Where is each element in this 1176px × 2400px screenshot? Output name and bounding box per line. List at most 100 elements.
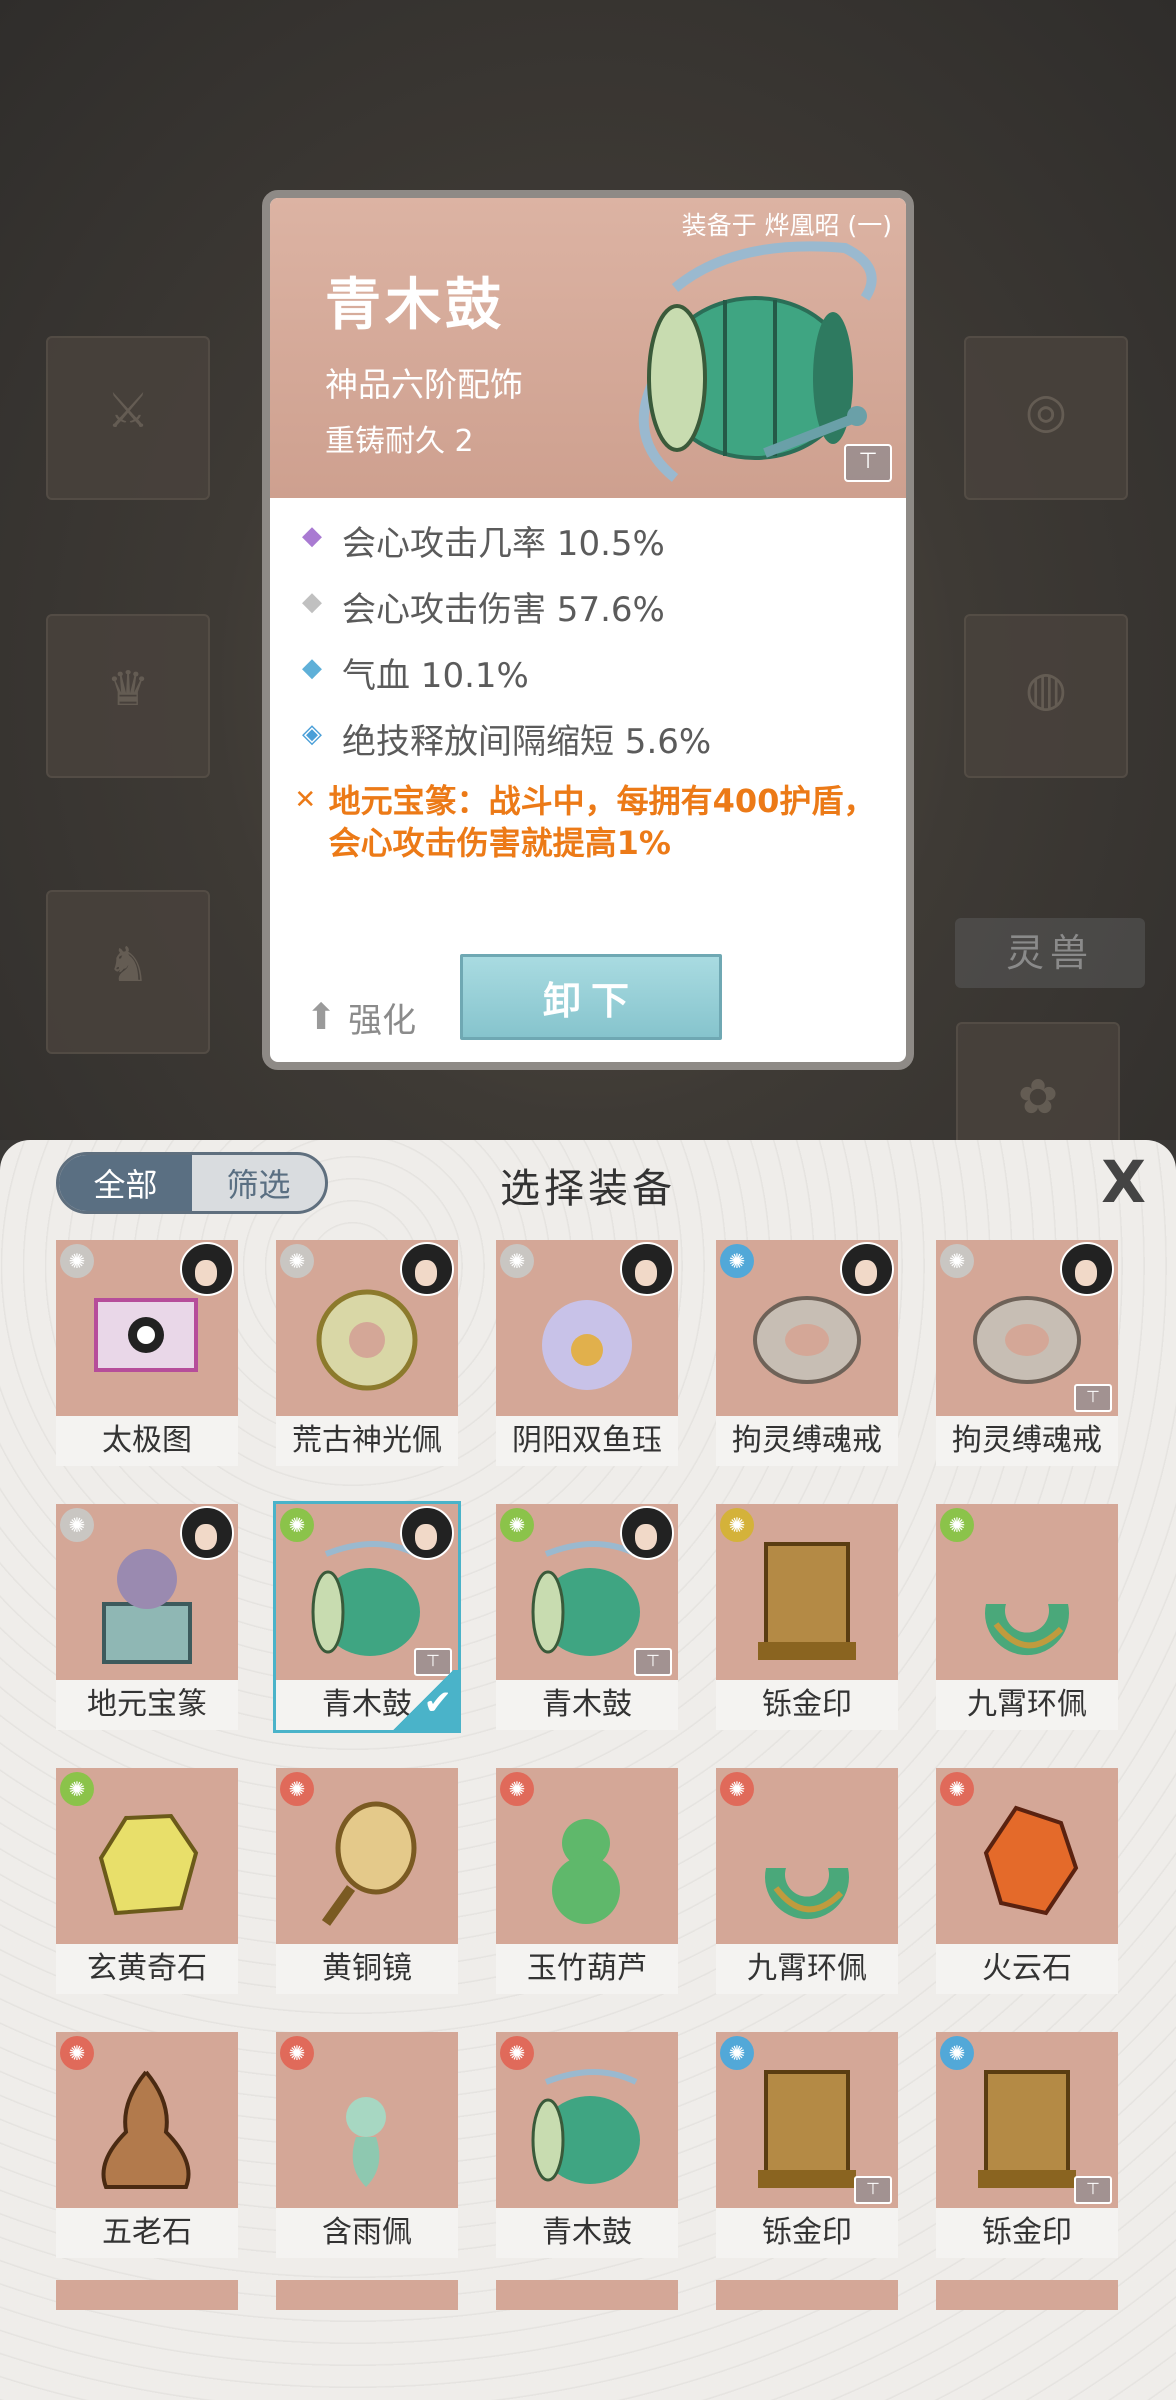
bg-slot-beast[interactable]: ✿ [956,1022,1120,1140]
item-partial[interactable] [276,2280,458,2310]
equipment-item[interactable]: ✺ 青木鼓 [496,2032,678,2258]
hero-avatar [400,1242,454,1296]
element-icon: ✺ [500,2036,534,2070]
item-frame: ✺ [276,1240,458,1416]
equipment-item[interactable]: ✺ 太极图 [56,1240,238,1466]
item-artwork [978,2070,1076,2188]
equipment-item[interactable]: ✺ 九霄环佩 [716,1768,898,1994]
equipment-item[interactable]: ✺ 阴阳双鱼珏 [496,1240,678,1466]
element-icon: ✺ [720,1244,754,1278]
item-frame: ✺ [56,1504,238,1680]
drum-icon: ◍ [1025,661,1067,717]
stat-text: 会心攻击伤害 57.6% [342,590,665,630]
item-name-label: 铄金印 [716,1680,898,1730]
item-name-label: 九霄环佩 [716,1944,898,1994]
special-effect-text: 地元宝篆：战斗中，每拥有400护盾，会心攻击伤害就提高1% [328,782,876,862]
strengthen-label: 强化 [348,1001,417,1041]
item-partial[interactable] [716,2280,898,2310]
equipment-item[interactable]: ✺ 荒古神光佩 [276,1240,458,1466]
item-name-label: 阴阳双鱼珏 [496,1416,678,1466]
element-icon: ✺ [60,1244,94,1278]
element-icon: ✺ [280,2036,314,2070]
hero-avatar [620,1506,674,1560]
element-icon: ✺ [940,1772,974,1806]
equipment-item[interactable]: ✺ 玄黄奇石 [56,1768,238,1994]
item-artwork [983,1805,1079,1916]
equipment-item[interactable]: ✺ 五老石 [56,2032,238,2258]
equipment-item[interactable]: ✺ 火云石 [936,1768,1118,1994]
item-frame: ✺ ⊤ [496,1504,678,1680]
element-icon: ✺ [280,1508,314,1542]
item-name-label: 玉竹葫芦 [496,1944,678,1994]
stat-row: ◆ 气血 10.1% [294,648,886,714]
element-icon: ✺ [280,1772,314,1806]
checkmark-icon: ✔ [388,1670,458,1730]
stat-row: ◈ 绝技释放间隔缩短 5.6% [294,714,886,780]
item-name-label: 青木鼓 [496,1680,678,1730]
bg-slot-ring[interactable]: ◎ [964,336,1128,500]
equipment-item[interactable]: ✺ ⊤ 铄金印 [936,2032,1118,2258]
item-frame: ✺ [56,1240,238,1416]
item-frame: ✺ [496,2032,678,2208]
stat-text: 会心攻击几率 10.5% [342,524,665,564]
lock-icon: ⊤ [634,1648,672,1676]
item-frame: ✺ [716,1240,898,1416]
equipment-item[interactable]: ✺ 铄金印 [716,1504,898,1730]
item-frame: ✺ [936,1504,1118,1680]
item-partial[interactable] [936,2280,1118,2310]
item-name-label: 荒古神光佩 [276,1416,458,1466]
equipment-item[interactable]: ✺ 含雨佩 [276,2032,458,2258]
item-partial[interactable] [56,2280,238,2310]
equipment-item[interactable]: ✺ 玉竹葫芦 [496,1768,678,1994]
equipment-item[interactable]: ✺ ⊤ 青木鼓 [496,1504,678,1730]
equipment-item[interactable]: ✺ 九霄环佩 [936,1504,1118,1730]
item-name-label: 地元宝篆 [56,1680,238,1730]
panel-title: 选择装备 [500,1166,676,1212]
equipment-item[interactable]: ✺ 拘灵缚魂戒 [716,1240,898,1466]
item-frame: ✺ [936,1768,1118,1944]
close-button[interactable]: X [1101,1148,1146,1216]
item-artwork [321,1801,417,1926]
spirit-beast-button[interactable]: 灵兽 [955,918,1145,988]
item-name-label: 青木鼓 [496,2208,678,2258]
stats-list: ◆ 会心攻击几率 10.5% ◆ 会心攻击伤害 57.6% ◆ 气血 10.1%… [294,516,886,864]
bg-slot-weapon[interactable]: ⚔ [46,336,210,500]
item-artwork [531,2069,640,2184]
element-icon: ✺ [940,1508,974,1542]
item-name-label: 火云石 [936,1944,1118,1994]
lock-icon[interactable]: ⊤ [844,444,892,482]
item-frame: ✺ ⊤ [716,2032,898,2208]
paw-icon: ✿ [1017,1069,1059,1125]
item-artwork [758,1542,856,1660]
hero-avatar [840,1242,894,1296]
item-frame: ✺ [276,2032,458,2208]
item-name: 青木鼓 [325,273,505,338]
element-icon: ✺ [60,1508,94,1542]
bg-slot-accessory[interactable]: ◍ [964,614,1128,778]
equipment-item[interactable]: ✺ 地元宝篆 [56,1504,238,1730]
item-frame: ✺ [56,2032,238,2208]
item-durability: 重铸耐久 2 [325,424,474,459]
strengthen-button[interactable]: ⬆ 强化 [306,993,416,1042]
equipment-item[interactable]: ✺ ⊤ 青木鼓 ✔ [273,1501,461,1733]
hero-avatar [400,1506,454,1560]
item-name-label: 拘灵缚魂戒 [936,1416,1118,1466]
element-icon: ✺ [280,1244,314,1278]
hero-avatar [180,1506,234,1560]
element-icon: ✺ [500,1772,534,1806]
lock-icon: ⊤ [1074,2176,1112,2204]
equipment-item[interactable]: ✺ ⊤ 拘灵缚魂戒 [936,1240,1118,1466]
equipment-item[interactable]: ✺ ⊤ 铄金印 [716,2032,898,2258]
item-frame: ✺ ⊤ [936,1240,1118,1416]
bg-slot-boots[interactable]: ♞ [46,890,210,1054]
element-icon: ✺ [720,2036,754,2070]
item-name-label: 太极图 [56,1416,238,1466]
item-frame: ✺ ⊤ [936,2032,1118,2208]
item-partial[interactable] [496,2280,678,2310]
arrow-up-icon: ⬆ [306,997,337,1038]
equipment-item[interactable]: ✺ 黄铜镜 [276,1768,458,1994]
element-icon: ✺ [940,1244,974,1278]
unequip-button[interactable]: 卸下 [460,954,722,1040]
boots-icon: ♞ [106,937,150,993]
bg-slot-armor[interactable]: ♛ [46,614,210,778]
